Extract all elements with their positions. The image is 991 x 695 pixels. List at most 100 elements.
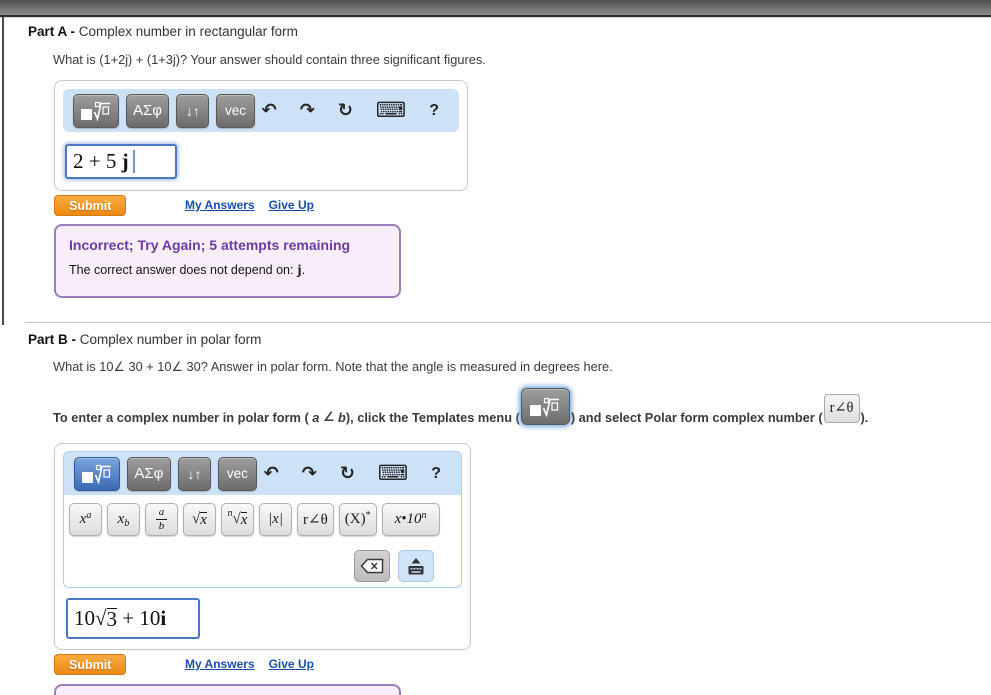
panel-utility-row bbox=[64, 542, 461, 587]
vector-button[interactable]: vec bbox=[216, 93, 255, 128]
answer-field-b[interactable]: 10 √ 3 + 10 i bbox=[66, 598, 200, 639]
instruction-var-a: a bbox=[312, 410, 320, 425]
answer-field-a[interactable]: 2 + 5 j bbox=[65, 144, 177, 179]
answer-links-a: My Answers Give Up bbox=[185, 198, 314, 212]
collapse-keyboard-button[interactable] bbox=[398, 550, 434, 582]
feedback-title-a: Incorrect; Try Again; 5 attempts remaini… bbox=[69, 237, 351, 253]
feedback-body-text: The correct answer does not depend on: bbox=[69, 263, 297, 277]
instruction-text-1: To enter a complex number in polar form … bbox=[53, 410, 313, 425]
templates-panel: ΑΣφ ↓↑ vec ↶ ↷ ↻ ⌨ ? xa xb ab √ x n √ x |x|… bbox=[63, 451, 462, 588]
template-fraction-button[interactable]: ab bbox=[145, 503, 178, 536]
greek-symbols-button[interactable]: ΑΣφ bbox=[126, 456, 171, 491]
tpl-base: r∠θ bbox=[303, 512, 328, 528]
tpl-sub: b bbox=[124, 517, 130, 529]
template-nthroot-button[interactable]: n √ x bbox=[221, 503, 254, 536]
tpl-base: (X) bbox=[344, 511, 366, 527]
feedback-body-period: . bbox=[301, 263, 306, 277]
answer-a-text: 2 + 5 bbox=[73, 149, 122, 173]
updown-arrows-button[interactable]: ↓↑ bbox=[177, 456, 212, 491]
tpl-base: x bbox=[79, 511, 87, 527]
help-icon[interactable]: ? bbox=[431, 465, 441, 482]
instruction-var-b: b bbox=[338, 410, 346, 425]
template-polar-button[interactable]: r∠θ bbox=[297, 503, 334, 536]
left-frame-border bbox=[2, 17, 4, 325]
keyboard-icon[interactable]: ⌨ bbox=[376, 100, 406, 121]
templates-icon bbox=[80, 101, 110, 122]
part-b-instruction: To enter a complex number in polar form … bbox=[53, 388, 868, 425]
page: Part A - Complex number in rectangular f… bbox=[0, 0, 991, 695]
part-b-label: Part B - bbox=[28, 332, 80, 347]
angle-symbol: ∠ bbox=[319, 409, 339, 424]
answer-b-radicand: 3 bbox=[106, 606, 118, 631]
undo-icon[interactable]: ↶ bbox=[264, 464, 279, 483]
part-b-question: What is 10∠ 30 + 10∠ 30? Answer in polar… bbox=[53, 359, 613, 374]
my-answers-link-a[interactable]: My Answers bbox=[185, 198, 255, 212]
keyboard-icon[interactable]: ⌨ bbox=[378, 463, 408, 484]
feedback-box-a: Incorrect; Try Again; 5 attempts remaini… bbox=[54, 224, 401, 298]
backspace-icon bbox=[360, 558, 384, 574]
instruction-text-3: ) and select Polar form complex number ( bbox=[570, 410, 823, 425]
tpl-sup: a bbox=[86, 509, 92, 521]
greek-symbols-button[interactable]: ΑΣφ bbox=[125, 93, 170, 128]
instruction-text-4: ). bbox=[860, 410, 869, 425]
instruction-text-2: ), click the Templates menu ( bbox=[345, 410, 520, 425]
tpl-sup: * bbox=[365, 509, 371, 521]
backspace-button[interactable] bbox=[354, 550, 390, 582]
tpl-index: n bbox=[227, 507, 233, 519]
redo-icon[interactable]: ↷ bbox=[300, 101, 315, 120]
top-gray-bar bbox=[0, 0, 991, 17]
updown-arrows-button[interactable]: ↓↑ bbox=[176, 93, 210, 128]
submit-button-a[interactable]: Submit bbox=[54, 195, 127, 216]
answer-links-b: My Answers Give Up bbox=[185, 657, 314, 671]
part-a-title: Complex number in rectangular form bbox=[78, 24, 298, 39]
toolbar-icon-row-b: ↶ ↷ ↻ ⌨ ? bbox=[264, 463, 451, 484]
toolbar-icon-row-a: ↶ ↷ ↻ ⌨ ? bbox=[262, 100, 449, 121]
tpl-radical-sign: √ bbox=[232, 511, 241, 527]
polar-form-button-image: r∠θ bbox=[823, 394, 860, 423]
template-button-row: xa xb ab √ x n √ x |x| r∠θ (X) * x•10 n bbox=[64, 495, 461, 542]
give-up-link-a[interactable]: Give Up bbox=[269, 198, 314, 212]
reset-icon[interactable]: ↻ bbox=[340, 464, 355, 483]
equation-widget-b: ΑΣφ ↓↑ vec ↶ ↷ ↻ ⌨ ? xa xb ab √ x n √ x |x|… bbox=[54, 443, 471, 650]
answer-b-radical-sign: √ bbox=[95, 606, 107, 630]
part-a-heading: Part A - Complex number in rectangular f… bbox=[28, 24, 298, 39]
tpl-denominator: b bbox=[158, 520, 165, 532]
templates-icon bbox=[81, 464, 111, 485]
equation-toolbar-b: ΑΣφ ↓↑ vec ↶ ↷ ↻ ⌨ ? bbox=[64, 452, 461, 495]
redo-icon[interactable]: ↷ bbox=[302, 464, 317, 483]
tpl-numerator: a bbox=[155, 506, 168, 520]
template-conjugate-button[interactable]: (X) * bbox=[338, 503, 377, 536]
answer-b-middle: + 10 bbox=[117, 606, 161, 630]
template-abs-button[interactable]: |x| bbox=[259, 503, 292, 536]
reset-icon[interactable]: ↻ bbox=[338, 101, 353, 120]
tpl-base: x bbox=[117, 511, 125, 527]
part-a-label: Part A - bbox=[28, 24, 79, 39]
answer-b-variable: i bbox=[160, 606, 167, 630]
part-b-title: Complex number in polar form bbox=[79, 332, 262, 347]
templates-menu-button[interactable] bbox=[73, 93, 119, 128]
answer-b-coef: 10 bbox=[74, 606, 95, 630]
template-power-button[interactable]: xa bbox=[69, 503, 102, 536]
help-icon[interactable]: ? bbox=[429, 102, 439, 119]
template-scientific-button[interactable]: x•10 n bbox=[381, 503, 440, 536]
tpl-base: x•10 bbox=[394, 511, 422, 527]
template-subscript-button[interactable]: xb bbox=[107, 503, 140, 536]
tpl-base: x bbox=[200, 511, 207, 528]
submit-button-b[interactable]: Submit bbox=[54, 654, 127, 675]
tpl-base: |x| bbox=[268, 511, 283, 527]
section-divider bbox=[25, 322, 991, 323]
equation-widget-a: ΑΣφ ↓↑ vec ↶ ↷ ↻ ⌨ ? 2 + 5 j bbox=[54, 80, 468, 191]
template-sqrt-button[interactable]: √ x bbox=[183, 503, 216, 536]
templates-menu-image bbox=[520, 388, 570, 425]
part-b-heading: Part B - Complex number in polar form bbox=[28, 332, 261, 347]
templates-menu-button[interactable] bbox=[74, 456, 120, 491]
collapse-keyboard-icon bbox=[408, 558, 424, 575]
feedback-body-a: The correct answer does not depend on: j… bbox=[69, 263, 386, 279]
vector-button[interactable]: vec bbox=[218, 456, 257, 491]
undo-icon[interactable]: ↶ bbox=[262, 101, 277, 120]
text-cursor bbox=[132, 150, 135, 173]
equation-toolbar-a: ΑΣφ ↓↑ vec ↶ ↷ ↻ ⌨ ? bbox=[63, 89, 459, 132]
give-up-link-b[interactable]: Give Up bbox=[269, 657, 314, 671]
top-bar-highlight bbox=[0, 17, 991, 18]
my-answers-link-b[interactable]: My Answers bbox=[185, 657, 255, 671]
